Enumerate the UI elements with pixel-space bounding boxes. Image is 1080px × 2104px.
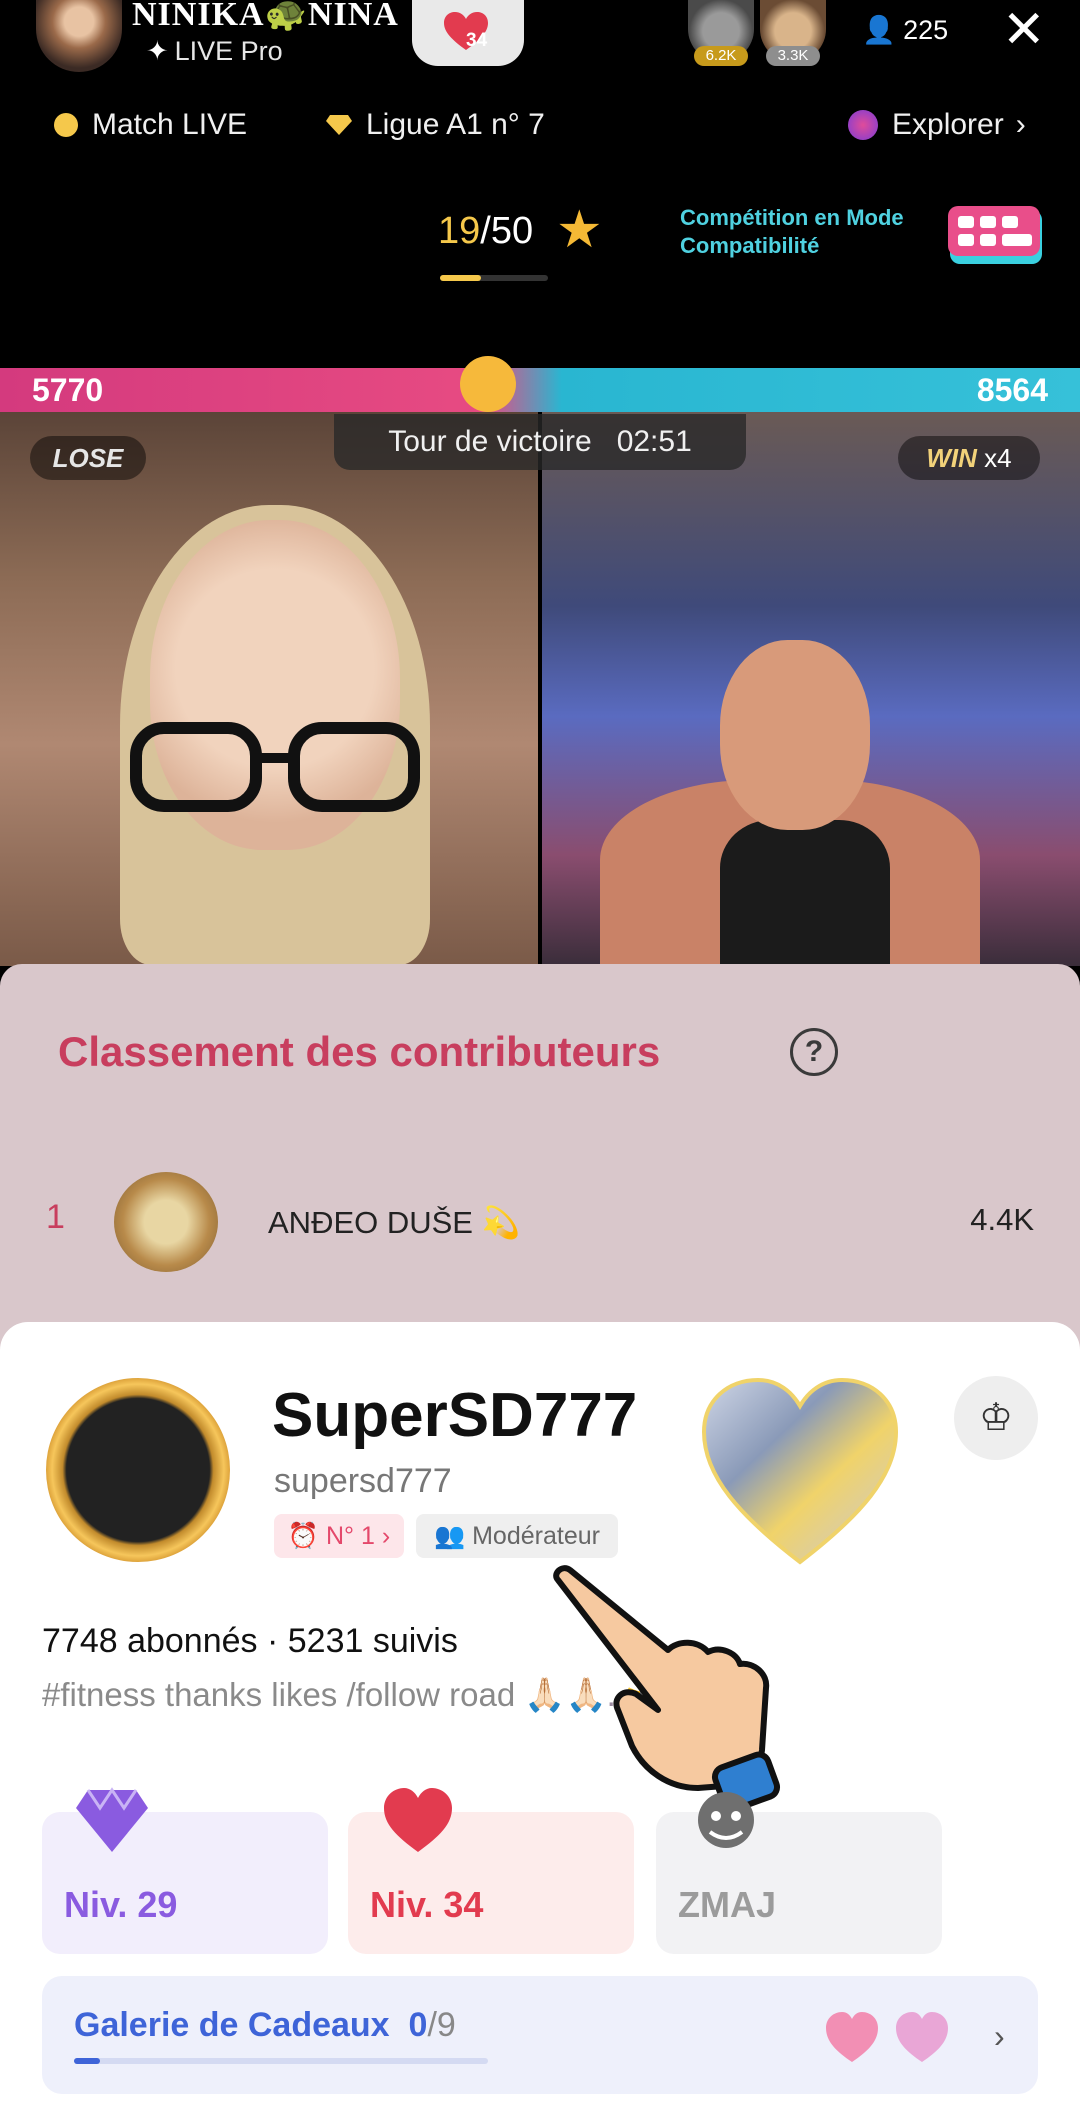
leaderboard-score: 4.4K: [970, 1202, 1034, 1237]
like-level-count: 34: [466, 30, 488, 51]
gift-gallery-count: 0: [408, 2006, 428, 2044]
team-badge-card[interactable]: ZMAJ: [656, 1792, 942, 1954]
battle-score-bar: [0, 368, 1080, 412]
progress-done: 19: [438, 210, 481, 252]
league-link[interactable]: Ligue A1 n° 7: [326, 108, 545, 142]
rank-tag-icon: ⏰: [287, 1522, 319, 1550]
match-progress: 19/50: [438, 210, 533, 253]
glasses-graphic: [130, 722, 420, 812]
score-left: 5770: [32, 372, 104, 408]
moderator-tag: 👥 Modérateur: [416, 1514, 618, 1558]
competition-mode-label[interactable]: Compétition en Mode Compatibilité: [680, 204, 904, 260]
explore-link[interactable]: Explorer ›: [848, 108, 1026, 142]
help-icon[interactable]: ?: [790, 1028, 838, 1076]
victory-timer: Tour de victoire 02:51: [334, 414, 746, 470]
profile-display-name: SuperSD777: [272, 1381, 638, 1450]
gift-gallery-track: [74, 2058, 488, 2064]
progress-fill: [440, 275, 482, 281]
match-live-link[interactable]: Match LIVE: [54, 108, 247, 142]
gift-gallery-label: Galerie de Cadeaux: [74, 2006, 390, 2044]
viewer-gift-count: 3.3K: [766, 46, 820, 66]
fan-level-label: Niv. 34: [370, 1884, 484, 1925]
host-name[interactable]: NINIKA🐢NINA: [132, 0, 399, 34]
gifter-level-card[interactable]: Niv. 29: [42, 1787, 328, 1954]
gifter-level-label: Niv. 29: [64, 1884, 178, 1925]
fan-level-card[interactable]: Niv. 34: [348, 1788, 634, 1954]
star-icon: ★: [556, 201, 603, 259]
team-badge-label: ZMAJ: [678, 1884, 776, 1925]
chevron-right-icon: ›: [381, 1522, 391, 1550]
profile-bio-text: #fitness thanks likes /follow road: [42, 1676, 516, 1713]
gift-preview-icon: [826, 2012, 948, 2062]
viewer-count[interactable]: 👤 225: [862, 14, 948, 46]
dragon-icon: [698, 1792, 754, 1848]
viewer-gift-count: 6.2K: [694, 46, 748, 66]
match-icon: [54, 113, 78, 137]
explore-label: Explorer: [892, 108, 1004, 141]
opponent-video-face: [720, 640, 870, 830]
moderator-icon: 👥: [434, 1522, 466, 1550]
victory-label: Tour de victoire: [388, 425, 592, 458]
people-icon: 👤: [862, 15, 896, 45]
league-label: Ligue A1 n° 7: [366, 108, 545, 141]
viewer-count-value: 225: [903, 15, 949, 45]
leaderboard-avatar[interactable]: [114, 1172, 218, 1272]
leaderboard-name[interactable]: ANĐEO DUŠE 💫: [268, 1204, 520, 1241]
lose-badge: LOSE: [30, 436, 146, 480]
top-viewer-avatar[interactable]: 3.3K: [760, 0, 826, 66]
gift-gallery-title: Galerie de Cadeaux 0/9: [74, 2006, 456, 2045]
win-badge: WIN x4: [898, 436, 1040, 480]
win-multiplier: x4: [984, 443, 1012, 473]
opponent-video-shirt: [720, 820, 890, 980]
leaderboard-rank: 1: [46, 1198, 65, 1236]
victory-time: 02:51: [616, 425, 692, 458]
top-viewer-avatar[interactable]: 6.2K: [688, 0, 754, 66]
explore-icon: [848, 110, 878, 140]
moderator-tag-label: Modérateur: [472, 1522, 600, 1550]
sparkle-icon: ✦: [146, 36, 169, 66]
follow-stats[interactable]: 7748 abonnés · 5231 suivis: [42, 1622, 458, 1661]
win-label: WIN: [926, 443, 977, 473]
hand-pointer-icon: [553, 1565, 781, 1810]
profile-avatar[interactable]: [46, 1378, 230, 1562]
diamond-icon: [326, 115, 352, 135]
rank-tag-label: N° 1: [325, 1522, 375, 1550]
host-badge-label: LIVE Pro: [174, 36, 283, 66]
keyboard-icon: [948, 206, 1042, 264]
close-icon[interactable]: ✕: [1002, 4, 1046, 56]
diamond-heart-icon: [701, 1377, 899, 1565]
gift-gallery-total: /9: [427, 2006, 456, 2044]
score-right: 8564: [976, 372, 1048, 408]
heart-icon: [384, 1788, 452, 1852]
crown-icon[interactable]: ♔: [954, 1376, 1038, 1460]
chevron-right-icon[interactable]: ›: [994, 2018, 1005, 2055]
competition-line2: Compatibilité: [680, 233, 820, 258]
host-badge: ✦ LIVE Pro: [146, 36, 283, 67]
like-level-pill[interactable]: 34: [412, 0, 524, 66]
competition-line1: Compétition en Mode: [680, 205, 904, 230]
rank-tag[interactable]: ⏰ N° 1 ›: [274, 1514, 404, 1558]
progress-total: /50: [480, 210, 534, 252]
chevron-right-icon: ›: [1015, 108, 1026, 141]
battle-emoji-icon: [460, 356, 516, 412]
leaderboard-title: Classement des contributeurs: [58, 1028, 661, 1075]
diamond-icon: [76, 1787, 148, 1852]
profile-handle: supersd777: [274, 1462, 452, 1500]
match-live-label: Match LIVE: [92, 108, 248, 141]
gift-gallery-fill: [74, 2058, 100, 2064]
